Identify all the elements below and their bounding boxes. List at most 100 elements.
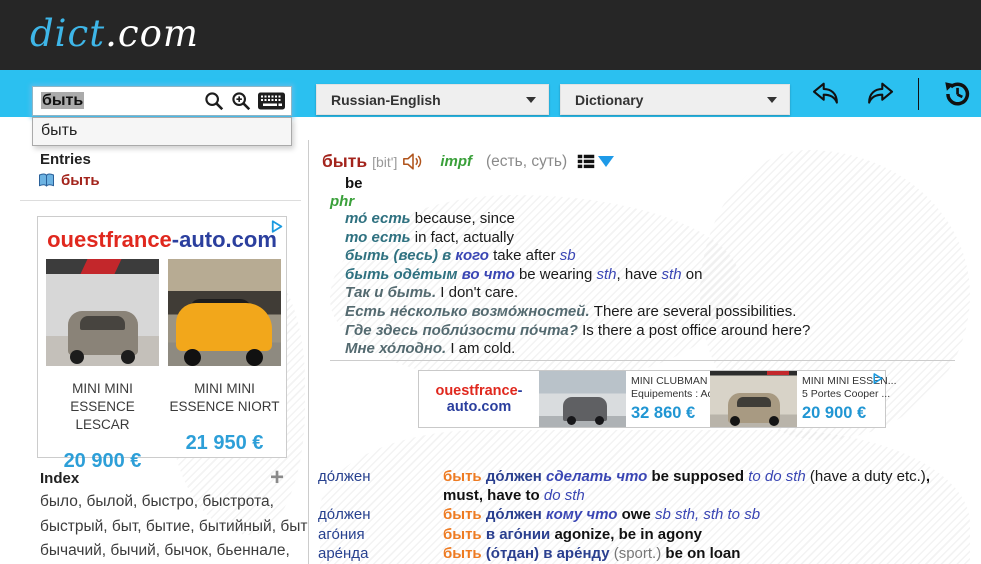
toolbar-divider: [918, 78, 919, 110]
related-headword[interactable]: до́лжен: [318, 467, 443, 505]
search-input[interactable]: быть: [41, 92, 198, 110]
dictionary-select[interactable]: Dictionary: [560, 84, 790, 115]
language-select[interactable]: Russian-English: [316, 84, 549, 115]
related-definition: быть в аго́нии agonize, be in agony: [443, 525, 973, 544]
search-box[interactable]: быть: [32, 86, 292, 116]
audio-speaker-icon[interactable]: [402, 152, 424, 171]
phrase-line: быть оде́тым во что be wearing sth, have…: [345, 266, 955, 285]
ad-item-price: 21 950 €: [168, 432, 281, 455]
entry-headword: быть: [322, 151, 367, 172]
expand-index-button[interactable]: +: [270, 468, 284, 488]
index-line[interactable]: было, былой, быстро, быстрота,: [40, 490, 308, 515]
text-segment: to do sth: [748, 468, 810, 485]
text-segment: кого: [455, 247, 493, 264]
phrase-line: Мне хо́лодно. I am cold.: [345, 340, 955, 359]
chevron-down-icon: [767, 97, 777, 103]
content-divider: [308, 140, 309, 564]
ad-car-image-grey[interactable]: [46, 259, 159, 366]
index-word-list: было, былой, быстро, быстрота, быстрый, …: [40, 490, 308, 564]
banner-car-image-grey[interactable]: [539, 371, 626, 427]
related-definition: быть до́лжен кому что owe sb sth, sth to…: [443, 505, 973, 524]
related-definition: быть (о́тдан) в аре́нду (sport.) be on l…: [443, 544, 973, 563]
page: dict.com быть Russian-English Dictionary: [0, 0, 981, 564]
index-heading: Index: [40, 470, 79, 487]
text-segment: (sport.): [614, 545, 666, 562]
text-segment: sth: [662, 266, 682, 283]
text-segment: sb: [560, 247, 576, 264]
ad-item[interactable]: MINI MINIESSENCE LESCAR 20 900 €: [46, 259, 159, 473]
selected-search-text: быть: [41, 92, 84, 109]
related-row: до́лжен быть до́лжен сделать что be supp…: [318, 467, 973, 505]
index-line[interactable]: бычачий, бычий, бычок, бьеннале,: [40, 539, 308, 564]
phrase-line: быть (весь) в кого take after sb: [345, 247, 955, 266]
text-segment: в аго́нии: [486, 526, 555, 543]
sidebar-divider: [20, 200, 301, 201]
text-segment: кому что: [546, 506, 622, 523]
site-logo[interactable]: dict.com: [30, 12, 199, 55]
banner-item-line: Equipements : Ac...: [631, 388, 710, 401]
phrase-list: то́ есть because, since то есть in fact,…: [345, 210, 955, 359]
text-segment: сделать что: [546, 468, 651, 485]
entry-translation: be: [345, 175, 363, 192]
text-segment: до́лжен: [486, 506, 546, 523]
text-segment: быть: [443, 468, 486, 485]
redo-arrow-icon[interactable]: [864, 80, 896, 108]
ad-banner[interactable]: ouestfrance-auto.com MINI CLUBMAN E... E…: [418, 370, 886, 428]
banner-item[interactable]: MINI CLUBMAN E... Equipements : Ac... 32…: [626, 375, 710, 423]
text-segment: Is there a post office around here?: [582, 322, 810, 339]
phrases-label: phr: [330, 193, 354, 210]
related-row: до́лжен быть до́лжен кому что owe sb sth…: [318, 505, 973, 524]
text-segment: I don't care.: [440, 284, 518, 301]
text-segment: owe: [622, 506, 655, 523]
text-segment: быть: [443, 526, 486, 543]
related-headword[interactable]: аго́ния: [318, 525, 443, 544]
toolbar: быть Russian-English Dictionary: [0, 70, 981, 117]
suggestion-item[interactable]: быть: [33, 118, 291, 145]
ad-domain-red: ouestfrance: [47, 227, 172, 252]
banner-item[interactable]: MINI MINI ESSEN... 5 Portes Cooper ... 2…: [797, 375, 881, 423]
list-view-icon[interactable]: [577, 153, 595, 170]
text-segment: то есть: [345, 229, 415, 246]
sidebar-ad[interactable]: ouestfrance-auto.com MINI MINIESSENCE LE…: [37, 216, 287, 458]
ad-item[interactable]: MINI MINIESSENCE NIORT 21 950 €: [168, 259, 281, 473]
related-row: аре́нда быть (о́тдан) в аре́нду (sport.)…: [318, 544, 973, 563]
ad-car-image-yellow[interactable]: [168, 259, 281, 366]
expand-triangle-icon[interactable]: [598, 156, 614, 167]
related-definition: быть до́лжен сделать что be supposed to …: [443, 467, 973, 505]
ad-domain-link[interactable]: ouestfrance-auto.com: [38, 227, 286, 253]
index-line[interactable]: быстрый, быт, бытие, бытийный, быть,: [40, 515, 308, 540]
banner-car-image-beige[interactable]: [710, 371, 797, 427]
related-row: аго́ния быть в аго́нии agonize, be in ag…: [318, 525, 973, 544]
undo-arrow-icon[interactable]: [810, 80, 842, 108]
text-segment: Так и быть.: [345, 284, 440, 301]
text-segment: be supposed: [652, 468, 749, 485]
text-segment: быть: [443, 545, 486, 562]
ad-item-title: MINI MINIESSENCE NIORT: [168, 380, 281, 416]
text-segment: be on loan: [665, 545, 740, 562]
related-headword[interactable]: аре́нда: [318, 544, 443, 563]
text-segment: be wearing: [519, 266, 597, 283]
banner-domain-red: ouestfrance: [435, 383, 517, 399]
history-icon[interactable]: [941, 78, 973, 110]
logo-dict: dict: [30, 12, 105, 55]
text-segment: быть оде́тым: [345, 266, 462, 283]
ad-item-title: MINI MINIESSENCE LESCAR: [46, 380, 159, 434]
text-segment: Есть не́сколько возмо́жностей.: [345, 303, 594, 320]
logo-com: .com: [105, 12, 199, 55]
phrase-line: Есть не́сколько возмо́жностей. There are…: [345, 303, 955, 322]
phrase-line: Так и быть. I don't care.: [345, 284, 955, 303]
search-icon[interactable]: [203, 90, 225, 112]
phrase-line: то есть in fact, actually: [345, 229, 955, 248]
section-divider: [330, 360, 955, 361]
related-headword[interactable]: до́лжен: [318, 505, 443, 524]
text-segment: There are several possibilities.: [594, 303, 797, 320]
adchoices-icon[interactable]: [871, 372, 884, 390]
text-segment: do sth: [544, 487, 585, 504]
text-segment: sth: [597, 266, 617, 283]
zoom-in-icon[interactable]: [230, 90, 252, 112]
banner-domain-link[interactable]: ouestfrance-auto.com: [419, 383, 539, 415]
keyboard-icon[interactable]: [257, 91, 286, 111]
entry-header: быть [bit'] impf (есть, суть): [322, 151, 614, 172]
entries-heading: Entries: [40, 151, 91, 168]
sidebar-entry-link[interactable]: быть: [38, 172, 100, 189]
